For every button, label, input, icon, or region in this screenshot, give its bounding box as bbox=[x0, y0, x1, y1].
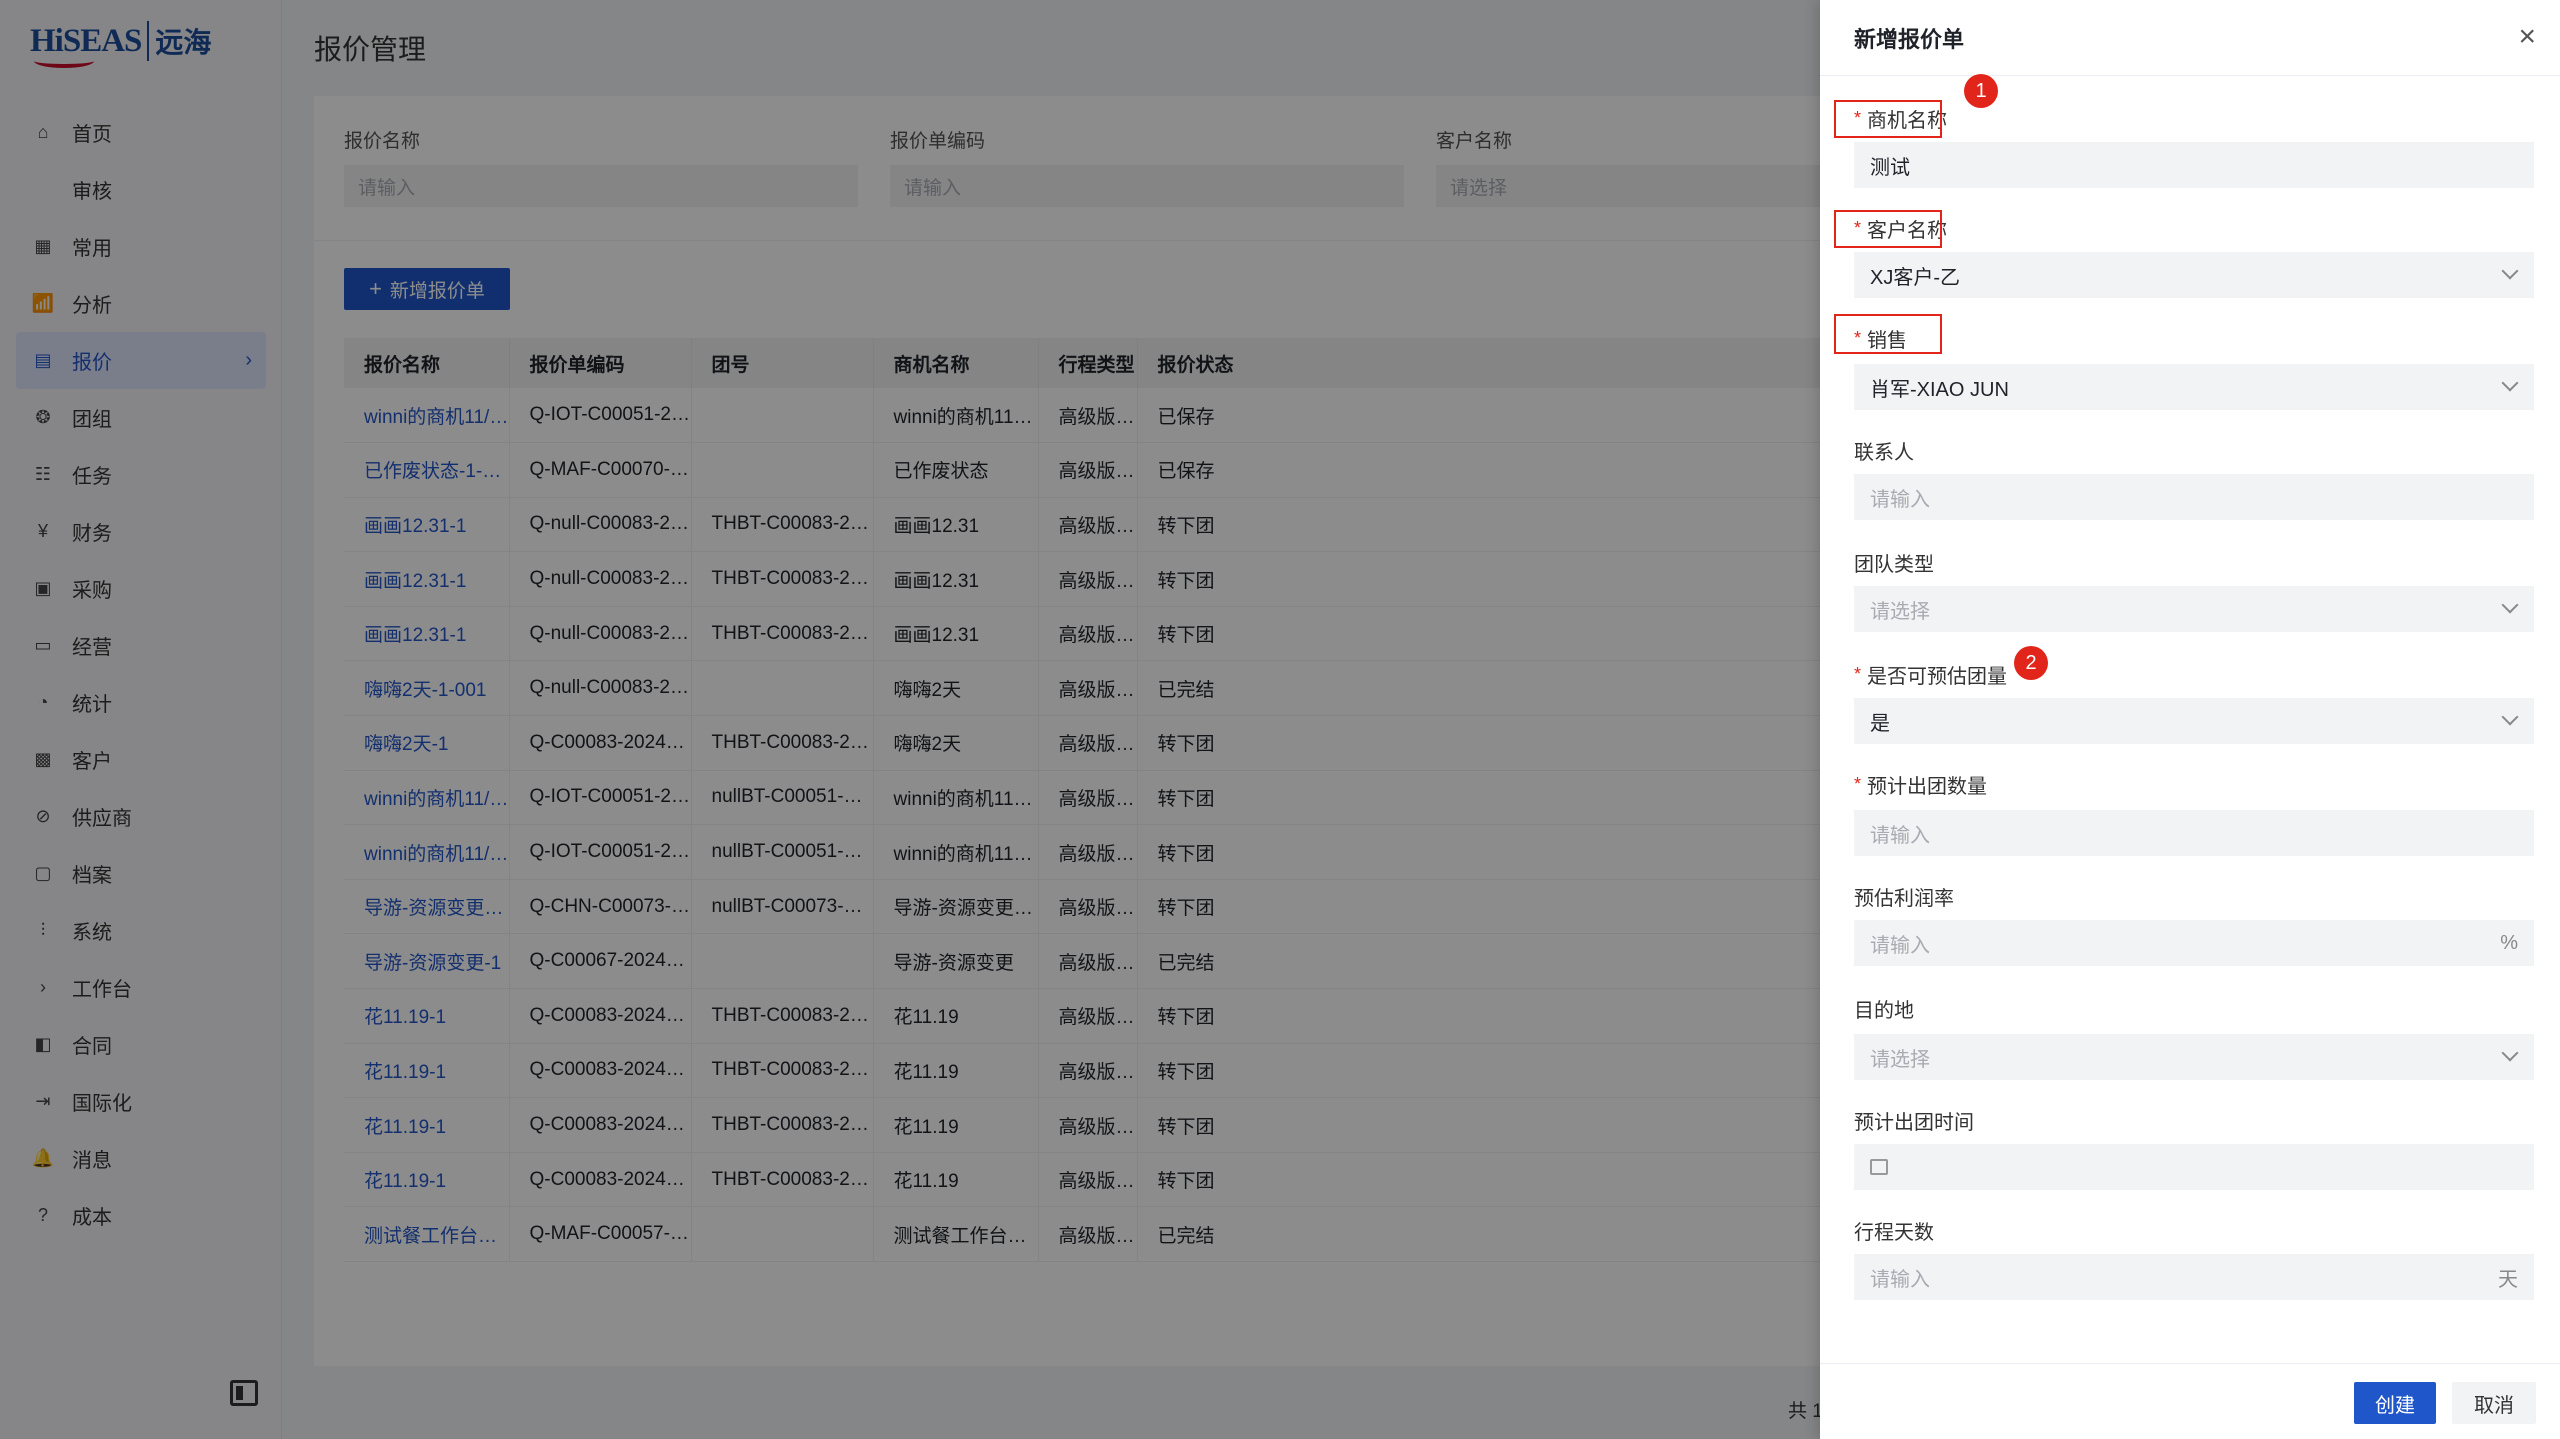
destination-label: 目的地 bbox=[1854, 999, 1914, 1022]
estimable-label-text: 是否可预估团量 bbox=[1867, 665, 2008, 688]
estimable-field: * 是否可预估团量 是 bbox=[1854, 660, 2534, 744]
profit-rate-input[interactable]: 请输入% bbox=[1854, 920, 2534, 966]
percent-suffix: % bbox=[2500, 931, 2518, 954]
annotation-badge-2: 2 bbox=[2014, 646, 2048, 680]
cancel-button[interactable]: 取消 bbox=[2452, 1382, 2536, 1424]
days-input[interactable]: 请输入 天 bbox=[1854, 1254, 2534, 1300]
days-suffix: 天 bbox=[2498, 1268, 2518, 1291]
profit-rate-field: 预估利润率 请输入% bbox=[1854, 882, 2534, 966]
group-count-field: * 预计出团数量 请输入 bbox=[1854, 770, 2534, 856]
required-mark: * bbox=[1854, 663, 1862, 684]
drawer-title: 新增报价单 bbox=[1854, 26, 1965, 52]
estimable-value: 是 bbox=[1870, 712, 1890, 735]
highlight-box-1 bbox=[1834, 100, 1942, 138]
contact-label: 联系人 bbox=[1854, 441, 1914, 464]
opportunity-field: * 商机名称 测试 bbox=[1854, 104, 2534, 188]
estimable-select[interactable]: 是 bbox=[1854, 698, 2534, 744]
chevron-down-icon bbox=[2501, 1044, 2519, 1062]
destination-select[interactable]: 请选择 bbox=[1854, 1034, 2534, 1080]
sales-select[interactable]: 肖军-XIAO JUN bbox=[1854, 364, 2534, 410]
modal-overlay[interactable] bbox=[0, 0, 1820, 1439]
days-field: 行程天数 请输入 天 bbox=[1854, 1216, 2534, 1300]
contact-input[interactable]: 请输入 bbox=[1854, 474, 2534, 520]
customer-label: * 客户名称 bbox=[1854, 214, 2534, 242]
customer-value: XJ客户-乙 bbox=[1870, 266, 1960, 289]
sales-value: 肖军-XIAO JUN bbox=[1870, 378, 2009, 401]
group-count-label: * 预计出团数量 bbox=[1854, 770, 2534, 798]
contact-field: 联系人 请输入 bbox=[1854, 436, 2534, 520]
depart-time-picker[interactable] bbox=[1854, 1144, 2534, 1190]
destination-placeholder: 请选择 bbox=[1870, 1048, 1930, 1071]
profit-rate-placeholder: 请输入 bbox=[1870, 934, 1930, 957]
estimable-label: * 是否可预估团量 bbox=[1854, 660, 2534, 688]
required-mark: * bbox=[1854, 773, 1862, 794]
customer-field: * 客户名称 XJ客户-乙 bbox=[1854, 214, 2534, 298]
close-icon[interactable]: × bbox=[2518, 22, 2536, 52]
opportunity-input[interactable]: 测试 bbox=[1854, 142, 2534, 188]
days-label: 行程天数 bbox=[1854, 1221, 1934, 1244]
group-count-input[interactable]: 请输入 bbox=[1854, 810, 2534, 856]
destination-field: 目的地 请选择 bbox=[1854, 994, 2534, 1080]
team-type-field: 团队类型 请选择 bbox=[1854, 548, 2534, 632]
highlight-box-3 bbox=[1834, 314, 1942, 354]
customer-select[interactable]: XJ客户-乙 bbox=[1854, 252, 2534, 298]
opportunity-label: * 商机名称 bbox=[1854, 104, 2534, 132]
depart-time-field: 预计出团时间 bbox=[1854, 1106, 2534, 1190]
calendar-icon bbox=[1870, 1159, 1888, 1175]
profit-rate-label: 预估利润率 bbox=[1854, 887, 1954, 910]
drawer-footer: 创建 取消 bbox=[1820, 1363, 2560, 1439]
chevron-down-icon bbox=[2501, 374, 2519, 392]
drawer-header: 新增报价单 bbox=[1820, 0, 2560, 76]
chevron-down-icon bbox=[2501, 596, 2519, 614]
depart-time-label: 预计出团时间 bbox=[1854, 1111, 1974, 1134]
team-type-select[interactable]: 请选择 bbox=[1854, 586, 2534, 632]
annotation-badge-1: 1 bbox=[1964, 74, 1998, 108]
new-quote-drawer: 新增报价单 × * 商机名称 测试 1 * 客户名称 XJ客户-乙 * 销售 肖军-X… bbox=[1820, 0, 2560, 1439]
team-type-placeholder: 请选择 bbox=[1870, 600, 1930, 623]
chevron-down-icon bbox=[2501, 708, 2519, 726]
sales-label: * 销售 bbox=[1854, 324, 2534, 352]
team-type-label: 团队类型 bbox=[1854, 553, 1934, 576]
group-count-label-text: 预计出团数量 bbox=[1867, 775, 1988, 798]
highlight-box-2 bbox=[1834, 210, 1942, 248]
days-placeholder: 请输入 bbox=[1870, 1268, 1930, 1291]
sales-field: * 销售 肖军-XIAO JUN bbox=[1854, 324, 2534, 410]
create-button[interactable]: 创建 bbox=[2354, 1382, 2436, 1424]
chevron-down-icon bbox=[2501, 262, 2519, 280]
